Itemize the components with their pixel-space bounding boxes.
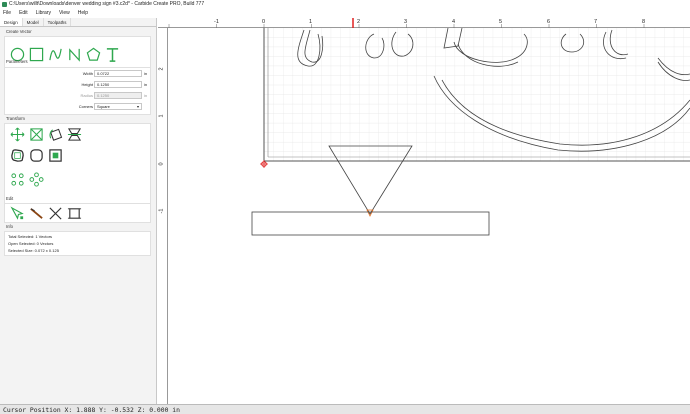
tab-model[interactable]: Model: [23, 18, 44, 26]
knife-icon[interactable]: [29, 206, 44, 221]
ruler-top-label: 5: [499, 19, 503, 25]
ruler-left: 2 1 0 -1: [158, 28, 168, 404]
fillet-icon[interactable]: [29, 148, 44, 163]
ruler-left-label: 0: [158, 162, 165, 166]
height-field[interactable]: 0.1250: [94, 81, 142, 88]
design-panel: Design Model Toolpaths Create Vector Par…: [0, 18, 157, 404]
ruler-top-label: 7: [594, 19, 598, 25]
offset-icon[interactable]: [10, 148, 25, 163]
ruler-top-label: 0: [262, 19, 266, 25]
corners-select[interactable]: Square ▾: [94, 103, 142, 110]
panel-tabs: Design Model Toolpaths: [0, 18, 156, 27]
menu-bar: File Edit Library View Help: [0, 9, 690, 18]
design-canvas[interactable]: -1 0 1 2 3 4 5 6 7 8 2 1 0 -1: [158, 18, 690, 404]
width-field[interactable]: 0.0722: [94, 70, 142, 77]
scale-icon[interactable]: [29, 127, 44, 142]
status-bar: Cursor Position X: 1.888 Y: -0.532 Z: 0.…: [0, 404, 690, 414]
ruler-left-label: -1: [158, 208, 165, 214]
cursor-position-text: Cursor Position X: 1.888 Y: -0.532 Z: 0.…: [3, 406, 180, 414]
polygon-icon[interactable]: [86, 47, 101, 62]
transform-section: [4, 123, 151, 205]
ruler-top-label: 3: [404, 19, 408, 25]
rotate-icon[interactable]: [48, 127, 63, 142]
height-label: Height: [81, 82, 93, 87]
menu-edit[interactable]: Edit: [19, 9, 28, 18]
move-icon[interactable]: [10, 127, 25, 142]
tab-design[interactable]: Design: [0, 18, 23, 26]
ruler-top-label: 2: [357, 19, 361, 25]
create-vector-title: Create Vector: [6, 29, 32, 34]
menu-view[interactable]: View: [59, 9, 70, 18]
width-label: Width: [82, 71, 93, 76]
menu-library[interactable]: Library: [36, 9, 51, 18]
text-icon[interactable]: [105, 47, 120, 62]
mirror-icon[interactable]: [67, 127, 82, 142]
total-selected-text: Total Selected: 1 Vectors: [8, 234, 53, 239]
app-icon: [2, 2, 7, 7]
polyline-icon[interactable]: [67, 47, 82, 62]
ruler-top-label: 6: [547, 19, 551, 25]
curve-icon[interactable]: [48, 47, 63, 62]
ruler-top-label: 8: [642, 19, 646, 25]
canvas-drawing[interactable]: [158, 18, 690, 404]
radius-label: Radius: [80, 93, 93, 98]
tab-toolpaths[interactable]: Toolpaths: [44, 18, 72, 26]
open-selected-text: Open Selected: 0 Vectors: [8, 241, 54, 246]
chevron-down-icon: ▾: [136, 104, 139, 109]
ruler-left-label: 2: [158, 67, 165, 71]
parameters-title: Parameters: [6, 59, 28, 64]
window-title: C:\Users\willt\Downloads\denver wedding …: [9, 1, 205, 7]
ruler-top: -1 0 1 2 3 4 5 6 7 8: [158, 18, 690, 28]
transform-title: Transform: [6, 116, 25, 121]
ruler-top-label: 4: [452, 19, 456, 25]
menu-help[interactable]: Help: [78, 9, 88, 18]
info-section: Total Selected: 1 Vectors Open Selected:…: [4, 231, 151, 256]
ruler-top-label: -1: [214, 19, 219, 25]
rectangle-icon[interactable]: [29, 47, 44, 62]
boolean-icon[interactable]: [67, 206, 82, 221]
ruler-top-label: 1: [309, 19, 313, 25]
info-title: Info: [6, 224, 13, 229]
inset-icon[interactable]: [48, 148, 63, 163]
parameters-section: Width 0.0722 in Height 0.1250 in Radius …: [4, 67, 151, 115]
edit-section: [4, 203, 151, 223]
node-edit-icon[interactable]: [10, 206, 25, 221]
corners-label: Corners: [78, 104, 93, 109]
edit-title: Edit: [6, 196, 14, 201]
trim-icon[interactable]: [48, 206, 63, 221]
width-unit: in: [144, 71, 148, 76]
stock-grid: [264, 28, 690, 161]
circular-array-icon[interactable]: [29, 172, 44, 187]
menu-file[interactable]: File: [3, 9, 11, 18]
array-icon[interactable]: [10, 172, 25, 187]
title-bar: C:\Users\willt\Downloads\denver wedding …: [0, 0, 690, 9]
selected-size-text: Selected Size: 0.072 x 0.125: [8, 248, 59, 253]
ruler-left-label: 1: [158, 114, 165, 118]
corners-value: Square: [97, 104, 110, 109]
radius-unit: in: [144, 93, 148, 98]
radius-field: 0.1250: [94, 92, 142, 99]
height-unit: in: [144, 82, 148, 87]
